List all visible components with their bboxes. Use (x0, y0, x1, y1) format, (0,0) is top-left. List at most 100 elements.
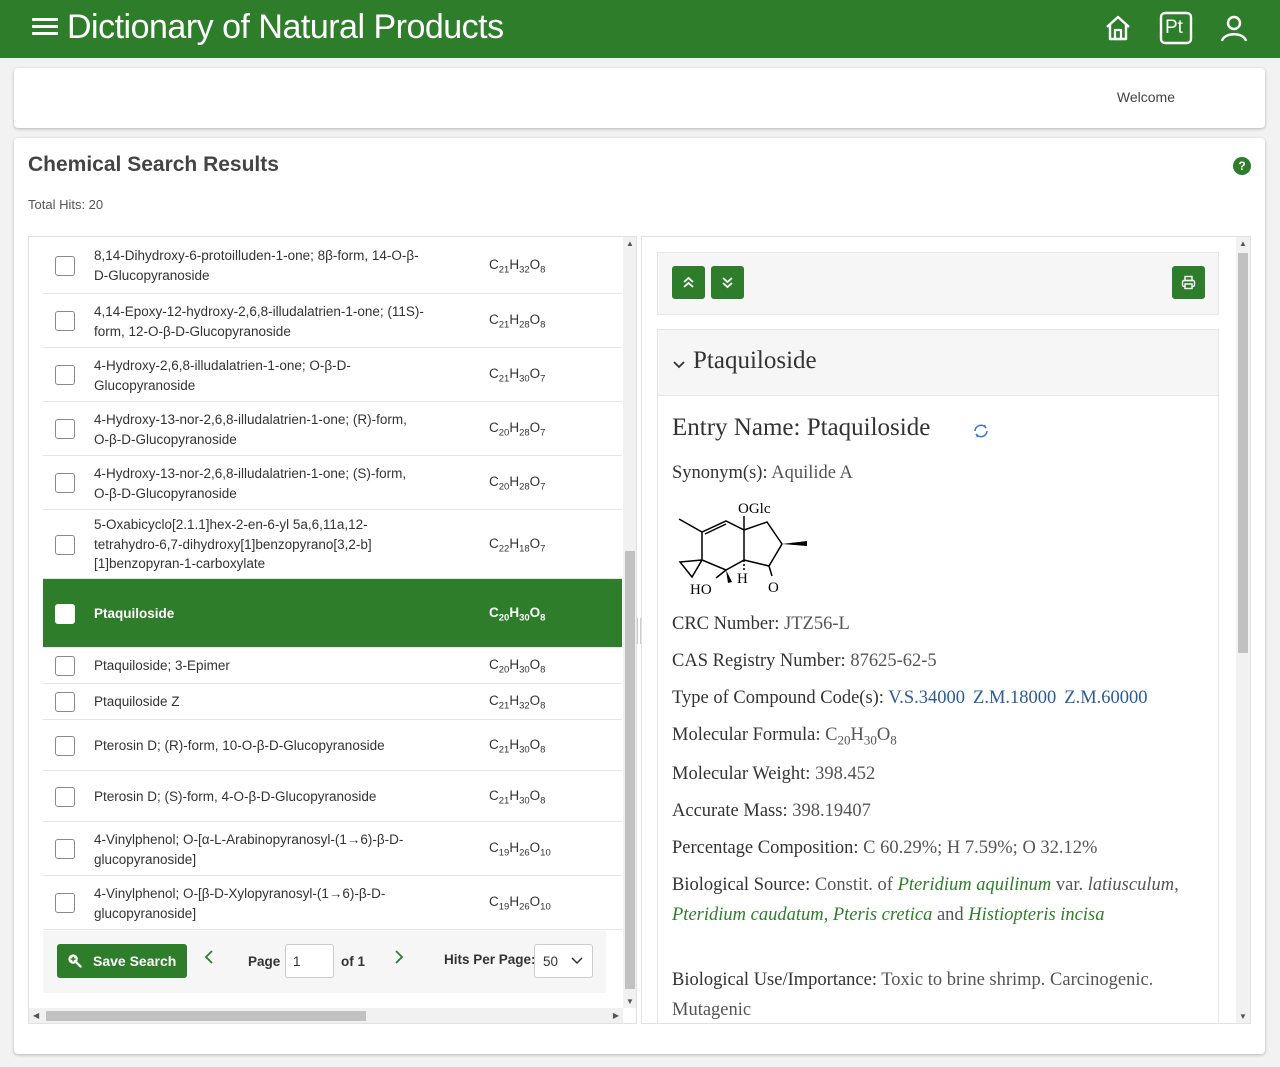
next-page-button[interactable] (393, 949, 405, 970)
species-link[interactable]: Pteris cretica (833, 905, 933, 925)
entry-name-value: Ptaquiloside (806, 414, 931, 441)
previous-page-button[interactable] (203, 949, 215, 970)
result-row[interactable]: 4-Vinylphenol; O-[β-D-Xylopyranosyl-(1→6… (43, 876, 622, 930)
top-app-bar: Dictionary of Natural Products Pt (0, 0, 1280, 58)
entry-accordion-title: Ptaquiloside (693, 347, 817, 374)
page-count-label: of 1 (341, 954, 366, 969)
result-row[interactable]: 4-Hydroxy-2,6,8-illudalatrien-1-one; O-β… (43, 348, 622, 402)
result-name[interactable]: Ptaquiloside Z (94, 692, 424, 712)
compound-type-link[interactable]: V.S.34000 (888, 688, 965, 708)
compound-type-link[interactable]: Z.M.18000 (973, 688, 1056, 708)
collapse-all-button[interactable] (672, 266, 705, 299)
result-row[interactable]: 4-Hydroxy-13-nor-2,6,8-illudalatrien-1-o… (43, 402, 622, 456)
help-icon[interactable]: ? (1233, 157, 1251, 175)
compound-type-link[interactable]: Z.M.60000 (1064, 688, 1147, 708)
molecular-formula-value: C20H30O8 (825, 725, 897, 748)
print-icon (1181, 275, 1196, 290)
result-row[interactable]: Ptaquiloside; 3-Epimer C20H30O8 (43, 648, 622, 684)
scrollbar-thumb[interactable] (46, 1011, 366, 1021)
result-name[interactable]: Ptaquiloside; 3-Epimer (94, 656, 424, 676)
result-row[interactable]: 4-Hydroxy-13-nor-2,6,8-illudalatrien-1-o… (43, 456, 622, 510)
accurate-mass-label: Accurate Mass: (672, 801, 788, 821)
scroll-down-arrow[interactable]: ▼ (626, 997, 634, 1006)
species-link[interactable]: Histiopteris incisa (968, 905, 1104, 925)
result-formula: C19H26O10 (489, 894, 551, 913)
result-row[interactable]: 4-Vinylphenol; O-[α-L-Arabinopyranosyl-(… (43, 822, 622, 876)
result-row[interactable]: Ptaquiloside C20H30O8 (43, 579, 622, 648)
page-number-input[interactable] (285, 944, 334, 978)
result-checkbox[interactable] (55, 839, 75, 859)
result-checkbox[interactable] (55, 787, 75, 807)
result-checkbox[interactable] (55, 256, 75, 276)
result-row[interactable]: 5-Oxabicyclo[2.1.1]hex-2-en-6-yl 5a,6,11… (43, 510, 622, 579)
result-checkbox[interactable] (55, 311, 75, 331)
species-link[interactable]: Pteridium caudatum, (672, 905, 828, 925)
pt-icon[interactable]: Pt (1159, 11, 1193, 45)
result-name[interactable]: 4-Vinylphenol; O-[α-L-Arabinopyranosyl-(… (94, 830, 424, 869)
cas-label: CAS Registry Number: (672, 651, 846, 671)
entry-name-label: Entry Name: (672, 414, 801, 441)
result-name[interactable]: 4-Hydroxy-13-nor-2,6,8-illudalatrien-1-o… (94, 410, 424, 449)
molecular-formula-label: Molecular Formula: (672, 725, 821, 745)
results-title: Chemical Search Results (28, 153, 279, 176)
result-checkbox[interactable] (55, 365, 75, 385)
home-icon[interactable] (1101, 11, 1135, 45)
save-search-button[interactable]: Save Search (57, 944, 187, 978)
entry-accordion-header[interactable]: Ptaquiloside (657, 329, 1219, 396)
results-horizontal-scrollbar[interactable]: ◀ ▶ (29, 1008, 623, 1023)
result-row[interactable]: Pterosin D; (R)-form, 10-O-β-D-Glucopyra… (43, 720, 622, 771)
scroll-up-arrow[interactable]: ▲ (1239, 239, 1247, 248)
result-checkbox[interactable] (55, 736, 75, 756)
result-formula: C21H32O8 (489, 257, 546, 276)
refresh-icon[interactable] (972, 422, 990, 440)
result-checkbox[interactable] (55, 473, 75, 493)
scroll-left-arrow[interactable]: ◀ (33, 1011, 39, 1020)
scrollbar-thumb[interactable] (1238, 253, 1248, 653)
scroll-right-arrow[interactable]: ▶ (613, 1011, 619, 1020)
result-name[interactable]: 4-Hydroxy-2,6,8-illudalatrien-1-one; O-β… (94, 356, 424, 395)
result-name[interactable]: 4-Hydroxy-13-nor-2,6,8-illudalatrien-1-o… (94, 464, 424, 503)
result-formula: C20H28O7 (489, 474, 546, 493)
user-icon[interactable] (1217, 11, 1251, 45)
scroll-up-arrow[interactable]: ▲ (626, 239, 634, 248)
result-name[interactable]: Ptaquiloside (94, 604, 424, 624)
result-name[interactable]: 4-Vinylphenol; O-[β-D-Xylopyranosyl-(1→6… (94, 884, 424, 923)
result-formula: C21H30O8 (489, 788, 546, 807)
result-checkbox[interactable] (55, 419, 75, 439)
structure-label-h: H (737, 571, 748, 587)
detail-vertical-scrollbar[interactable]: ▲ ▼ (1236, 237, 1250, 1023)
accurate-mass-value: 398.19407 (792, 801, 871, 821)
result-row[interactable]: Pterosin D; (S)-form, 4-O-β-D-Glucopyran… (43, 771, 622, 822)
cas-value: 87625-62-5 (850, 651, 937, 671)
scroll-down-arrow[interactable]: ▼ (1239, 1012, 1247, 1021)
result-checkbox[interactable] (55, 893, 75, 913)
result-checkbox[interactable] (55, 692, 75, 712)
results-vertical-scrollbar[interactable]: ▲ ▼ (623, 237, 636, 1008)
result-row[interactable]: Ptaquiloside Z C21H32O8 (43, 684, 622, 720)
synonyms-field: Synonym(s): Aquilide A (672, 459, 1207, 489)
chevron-down-icon (571, 957, 583, 965)
hits-per-page-label: Hits Per Page: (444, 952, 536, 967)
species-link[interactable]: Pteridium aquilinum (898, 875, 1052, 895)
expand-all-button[interactable] (711, 266, 744, 299)
hits-per-page-value: 50 (543, 954, 559, 969)
result-row[interactable]: 8,14-Dihydroxy-6-protoilluden-1-one; 8β-… (43, 237, 622, 294)
result-row[interactable]: 4,14-Epoxy-12-hydroxy-2,6,8-illudalatrie… (43, 294, 622, 348)
result-checkbox[interactable] (55, 656, 75, 676)
result-checkbox[interactable] (55, 604, 75, 624)
scrollbar-thumb[interactable] (625, 551, 635, 989)
chevron-down-icon (673, 361, 685, 369)
biological-source-variety: latiusculum, (1087, 875, 1179, 895)
result-name[interactable]: Pterosin D; (S)-form, 4-O-β-D-Glucopyran… (94, 787, 424, 807)
result-name[interactable]: 4,14-Epoxy-12-hydroxy-2,6,8-illudalatrie… (94, 302, 424, 341)
result-checkbox[interactable] (55, 535, 75, 555)
result-formula: C21H32O8 (489, 693, 546, 712)
biological-source-field: Biological Source: Constit. of Pteridium… (672, 871, 1207, 930)
biological-source-var: var. (1055, 875, 1084, 895)
menu-icon[interactable] (32, 15, 58, 39)
result-name[interactable]: 8,14-Dihydroxy-6-protoilluden-1-one; 8β-… (94, 246, 424, 285)
result-name[interactable]: Pterosin D; (R)-form, 10-O-β-D-Glucopyra… (94, 736, 424, 756)
print-button[interactable] (1172, 266, 1205, 299)
hits-per-page-select[interactable]: 50 (534, 944, 593, 978)
result-name[interactable]: 5-Oxabicyclo[2.1.1]hex-2-en-6-yl 5a,6,11… (94, 515, 424, 574)
